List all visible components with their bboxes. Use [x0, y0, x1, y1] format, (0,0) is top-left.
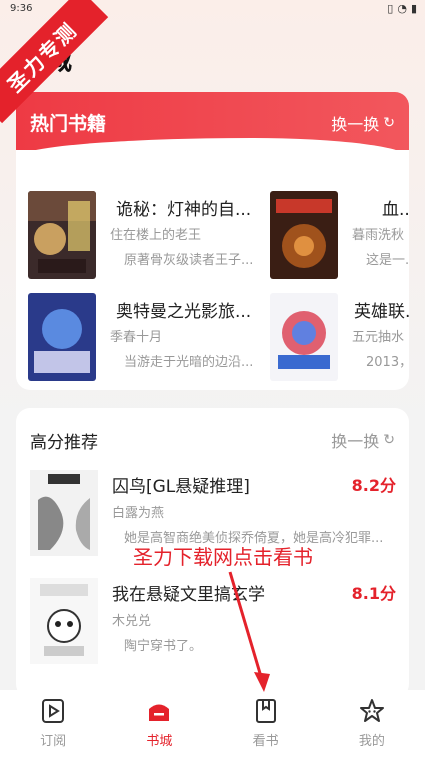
battery-icon: ▮: [410, 2, 417, 15]
high-score-title: 高分推荐: [30, 433, 98, 453]
bookstore-icon: [149, 704, 170, 721]
nav-label: 订阅: [40, 734, 67, 749]
wifi-icon: ◔: [397, 2, 407, 15]
book-cover: [30, 470, 98, 556]
nav-label: 我的: [358, 734, 385, 749]
book-score: 8.2分: [351, 476, 396, 495]
book-author: 暮雨洗秋: [352, 228, 405, 243]
header-curve: [16, 138, 409, 178]
score-book-item[interactable]: 我在悬疑文里搞玄学 木兑兑 陶宁穿书了。 8.1分: [30, 578, 396, 673]
hot-refresh-label: 换一换: [331, 115, 380, 134]
hot-book-item[interactable]: 奥特曼之光影旅... 季春十月 当游走于光暗的边沿...: [28, 293, 268, 383]
nav-bookstore[interactable]: 书城: [106, 690, 212, 757]
hot-books-card: 热门书籍 换一换 ↻ 诡秘：灯神的自... 住在楼上的老王 原著骨灰级读者王子.…: [16, 92, 409, 390]
book-cover: [28, 293, 96, 381]
book-desc: 2013，...: [366, 355, 409, 370]
nav-read[interactable]: 看书: [213, 690, 319, 757]
hot-refresh-button[interactable]: 换一换 ↻: [331, 111, 395, 135]
book-desc: 这是一...: [366, 253, 409, 268]
book-title: 囚鸟[GL悬疑推理]: [112, 477, 250, 497]
book-author: 季春十月: [110, 330, 163, 345]
status-icons: ▯ ◔ ▮: [387, 2, 417, 15]
book-cover: [270, 293, 338, 381]
book-title: 血...: [382, 200, 409, 220]
book-cover: [270, 191, 338, 279]
refresh-icon: ↻: [383, 115, 395, 131]
subscribe-icon: [42, 699, 65, 723]
bottom-nav: 订阅 书城 看书 我的: [0, 690, 425, 757]
refresh-icon: ↻: [383, 432, 395, 448]
book-score: 8.1分: [351, 584, 396, 603]
book-author: 白露为燕: [112, 506, 165, 521]
nav-label: 书城: [146, 734, 173, 749]
nav-profile[interactable]: 我的: [319, 690, 425, 757]
book-title: 英雄联...: [354, 302, 409, 322]
book-cover: [30, 578, 98, 664]
vibrate-icon: ▯: [387, 2, 394, 15]
hot-books-title: 热门书籍: [30, 113, 107, 135]
score-refresh-button[interactable]: 换一换 ↻: [331, 428, 395, 452]
hot-book-item[interactable]: 诡秘：灯神的自... 住在楼上的老王 原著骨灰级读者王子...: [28, 191, 268, 281]
annotation-arrow: [228, 571, 270, 692]
read-book-icon: [255, 699, 276, 723]
status-time: 9:36: [10, 3, 33, 14]
book-author: 五元抽水: [352, 330, 405, 345]
nav-label: 看书: [252, 734, 279, 749]
hot-book-item[interactable]: 血... 暮雨洗秋 这是一...: [270, 191, 409, 281]
book-desc: 原著骨灰级读者王子...: [124, 253, 254, 268]
book-author: 住在楼上的老王: [110, 228, 202, 243]
book-cover: [28, 191, 96, 279]
overlay-annotation: 圣力下载网点击看书: [133, 545, 313, 569]
book-title: 诡秘：灯神的自...: [116, 200, 252, 220]
hot-book-item[interactable]: 英雄联... 五元抽水 2013，...: [270, 293, 409, 383]
book-desc: 当游走于光暗的边沿...: [124, 355, 254, 370]
score-refresh-label: 换一换: [331, 432, 380, 451]
nav-subscribe[interactable]: 订阅: [0, 690, 106, 757]
book-author: 木兑兑: [112, 614, 152, 629]
book-title: 奥特曼之光影旅...: [116, 302, 252, 322]
profile-star-icon: [359, 699, 384, 722]
